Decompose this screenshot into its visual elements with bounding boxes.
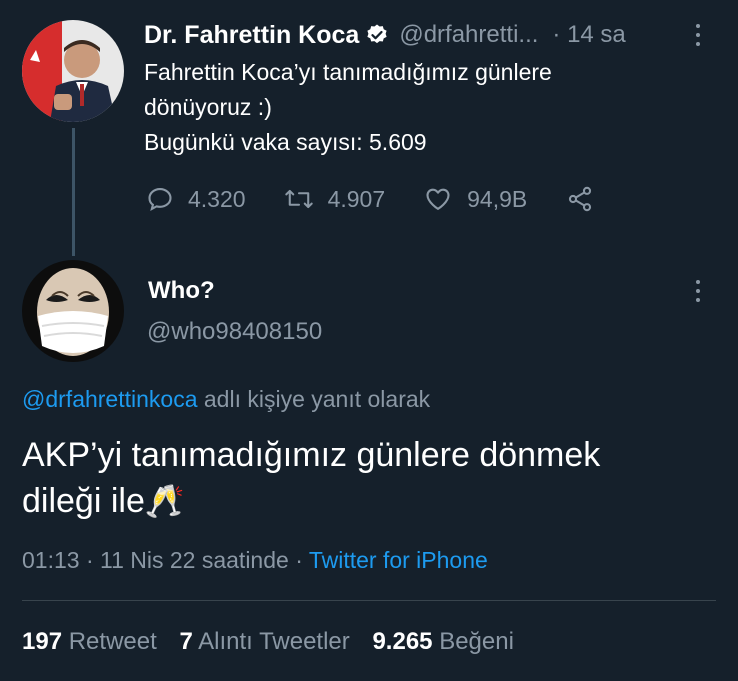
- tweet-time[interactable]: · 14 sa: [552, 21, 625, 49]
- tweet-text-line: dönüyoruz :): [144, 94, 272, 120]
- more-icon[interactable]: [696, 280, 702, 302]
- tweet-source[interactable]: Twitter for iPhone: [309, 547, 488, 573]
- tweet-text-line: Bugünkü vaka sayısı: 5.609: [144, 129, 427, 155]
- likes-count: 9.265: [372, 628, 433, 655]
- retweet-button[interactable]: 4.907: [284, 185, 386, 213]
- reply-button[interactable]: 4.320: [146, 185, 246, 213]
- quotes-label: Alıntı Tweetler: [198, 628, 350, 655]
- share-icon: [569, 186, 592, 212]
- like-count: 94,9B: [467, 185, 528, 212]
- reply-text-line: dileği ile: [22, 482, 145, 520]
- thread-connector-line: [72, 128, 75, 256]
- retweets-stat[interactable]: 197 Retweet: [22, 628, 163, 655]
- reply-to-link[interactable]: @drfahrettinkoca: [22, 386, 198, 412]
- retweet-icon: [284, 189, 313, 209]
- tweet-text-line: Fahrettin Koca’yı tanımadığımız günlere: [144, 59, 552, 85]
- reply-icon: [148, 188, 172, 211]
- reply-author-handle[interactable]: @who98408150: [147, 318, 322, 346]
- retweets-label: Retweet: [68, 628, 157, 655]
- like-button[interactable]: 94,9B: [423, 185, 527, 213]
- reply-avatar[interactable]: [22, 260, 124, 362]
- reply-to-label: adlı kişiye yanıt olarak: [197, 386, 431, 412]
- verified-badge-icon: [365, 23, 389, 47]
- retweet-count: 4.907: [327, 185, 386, 212]
- divider: [22, 600, 716, 601]
- author-name[interactable]: Dr. Fahrettin Koca: [144, 21, 359, 50]
- reply-text-line: AKP’yi tanımadığımız günlere dönmek: [22, 436, 601, 474]
- avatar-image: [22, 260, 124, 362]
- avatar-image: [22, 20, 124, 122]
- retweets-count: 197: [22, 628, 63, 655]
- share-button[interactable]: [565, 185, 609, 213]
- quotes-stat[interactable]: 7 Alıntı Tweetler: [179, 628, 356, 655]
- author-handle[interactable]: @drfahretti...: [399, 21, 538, 49]
- clinking-glasses-emoji: 🥂: [144, 483, 185, 519]
- more-icon[interactable]: [696, 24, 702, 46]
- quotes-count: 7: [179, 628, 193, 655]
- like-icon: [426, 188, 450, 210]
- tweet-timestamp[interactable]: 01:13 · 11 Nis 22 saatinde ·: [22, 547, 309, 573]
- reply-author-name[interactable]: Who?: [148, 277, 215, 305]
- reply-count: 4.320: [188, 185, 246, 212]
- likes-label: Beğeni: [439, 628, 514, 655]
- likes-stat[interactable]: 9.265 Beğeni: [372, 628, 513, 655]
- avatar[interactable]: [22, 20, 124, 122]
